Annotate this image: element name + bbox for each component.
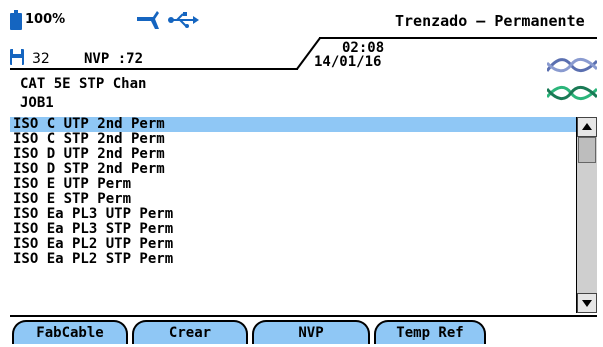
header-divider xyxy=(10,68,298,70)
battery-level: 100% xyxy=(25,12,66,27)
scroll-down-button[interactable] xyxy=(577,293,597,313)
list-item[interactable]: ISO D STP 2nd Perm xyxy=(10,162,576,177)
page-title: Trenzado – Permanente xyxy=(395,12,585,30)
battery-icon xyxy=(10,10,22,30)
list-item-selected[interactable]: ISO C UTP 2nd Perm xyxy=(10,117,576,132)
nvp-button[interactable]: NVP xyxy=(252,320,370,344)
softkey-bar: FabCable Crear NVP Temp Ref xyxy=(10,315,597,344)
twisted-pair-icon xyxy=(547,58,597,100)
fabcable-button[interactable]: FabCable xyxy=(12,320,128,344)
arrow-down-icon xyxy=(582,300,592,307)
list-item[interactable]: ISO Ea PL3 STP Perm xyxy=(10,222,576,237)
floppy-disk-icon xyxy=(10,49,24,65)
scroll-thumb[interactable] xyxy=(578,137,596,163)
list-item[interactable]: ISO E STP Perm xyxy=(10,192,576,207)
list-scrollbar[interactable] xyxy=(576,117,597,313)
header-divider xyxy=(296,37,321,70)
crear-button[interactable]: Crear xyxy=(132,320,248,344)
usb-icon xyxy=(168,12,199,28)
probe-icon xyxy=(137,11,159,29)
list-item[interactable]: ISO C STP 2nd Perm xyxy=(10,132,576,147)
list-item[interactable]: ISO D UTP 2nd Perm xyxy=(10,147,576,162)
limits-list[interactable]: ISO C UTP 2nd Perm ISO C STP 2nd Perm IS… xyxy=(10,117,576,313)
header-divider xyxy=(319,37,597,39)
job-label: JOB1 xyxy=(20,95,54,111)
list-item[interactable]: ISO Ea PL2 UTP Perm xyxy=(10,237,576,252)
nvp-value: NVP :72 xyxy=(84,51,144,67)
list-item[interactable]: ISO Ea PL2 STP Perm xyxy=(10,252,576,267)
list-item[interactable]: ISO E UTP Perm xyxy=(10,177,576,192)
clock-time: 02:08 xyxy=(342,40,385,56)
clock-date: 14/01/16 xyxy=(314,54,382,70)
cable-type-label: CAT 5E STP Chan xyxy=(20,76,147,92)
list-item[interactable]: ISO Ea PL3 UTP Perm xyxy=(10,207,576,222)
tester-screen: 100% Trenzado – Permanente 32 NVP :72 02… xyxy=(10,8,597,344)
temp-ref-button[interactable]: Temp Ref xyxy=(374,320,486,344)
scroll-up-button[interactable] xyxy=(577,117,597,137)
status-header: 100% Trenzado – Permanente 32 NVP :72 02… xyxy=(10,8,597,70)
arrow-up-icon xyxy=(582,123,592,130)
memory-count: 32 xyxy=(32,51,50,67)
